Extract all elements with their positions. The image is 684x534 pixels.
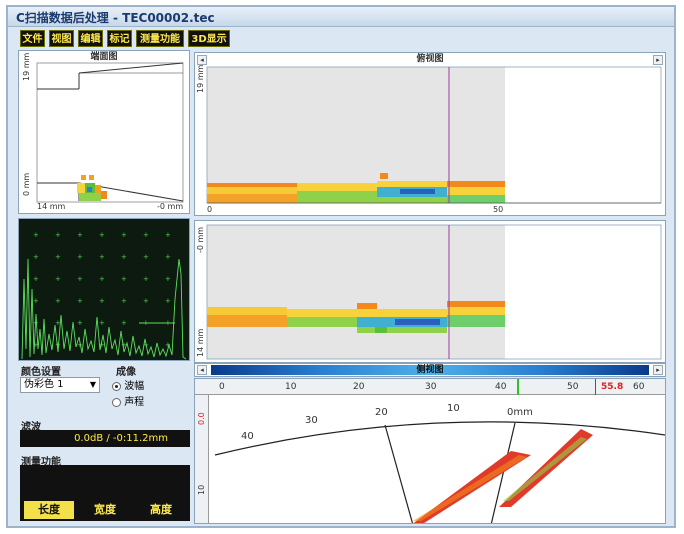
ruler-tick: 40 (495, 382, 507, 392)
svg-text:+: + (55, 275, 61, 283)
sector-panel: 0 10 20 30 40 50 55.8 60 0.0 10 40 30 20… (194, 378, 666, 524)
ruler-tick: 20 (353, 382, 365, 392)
end-view-x-right: -0 mm (157, 202, 184, 211)
ruler-tick: 30 (425, 382, 437, 392)
left-ruler-mid: 10 (197, 484, 206, 495)
svg-text:+: + (99, 253, 105, 261)
ruler-green-marker[interactable] (517, 379, 519, 395)
end-view-x-left: 14 mm (37, 202, 66, 211)
arc-label: 10 (447, 403, 460, 414)
ruler-tick: 10 (285, 382, 297, 392)
end-view-y-bottom: 0 mm (22, 172, 31, 196)
ruler-tick: 60 (633, 382, 645, 392)
imaging-option-path[interactable]: 声程 (112, 393, 144, 408)
menu-view[interactable]: 视图 (49, 30, 74, 47)
svg-text:+: + (165, 253, 171, 261)
ascan-panel: + + + + + + + + + + + + + + + + + + + + + + + + + + + + + + + + + + + … (18, 218, 190, 361)
arc-label: 20 (375, 407, 388, 418)
width-button[interactable]: 宽度 (80, 501, 130, 519)
arc-label: 30 (305, 415, 318, 426)
svg-text:+: + (77, 319, 83, 327)
imaging-label: 成像 (116, 367, 136, 378)
front-view-x-0: 0 (207, 205, 213, 214)
ascan-waveform: + + + + + + + + + + + + + + + + + + + + + + + + + + + + + + + + + + + … (21, 231, 187, 360)
svg-text:+: + (99, 297, 105, 305)
ruler-tick: 0 (219, 382, 225, 392)
svg-text:+: + (33, 275, 39, 283)
side-scroll-right-button[interactable]: ▸ (653, 365, 663, 375)
svg-text:+: + (121, 297, 127, 305)
svg-text:+: + (121, 319, 127, 327)
svg-text:+: + (143, 253, 149, 261)
mid-view-y-bottom: 14 mm (196, 328, 205, 357)
svg-text:+: + (55, 297, 61, 305)
measure-panel: 长度 宽度 高度 (20, 465, 190, 521)
front-view-y-label: 19 mm (196, 64, 205, 93)
svg-text:+: + (33, 231, 39, 239)
svg-text:+: + (121, 253, 127, 261)
sector-ruler: 0 10 20 30 40 50 55.8 60 (195, 379, 665, 395)
side-view-title: 侧视图 (416, 365, 444, 375)
chevron-down-icon: ▼ (89, 380, 96, 389)
end-view-panel: 端面图 19 mm 0 mm 14 mm -0 mm (18, 50, 190, 214)
sector-plot (214, 421, 665, 523)
svg-text:+: + (55, 231, 61, 239)
height-button[interactable]: 高度 (136, 501, 186, 519)
length-button[interactable]: 长度 (24, 501, 74, 519)
color-settings-label: 颜色设置 (21, 367, 61, 378)
svg-text:+: + (143, 297, 149, 305)
arc-label: 40 (241, 431, 254, 442)
svg-text:+: + (165, 297, 171, 305)
menu-edit[interactable]: 编辑 (78, 30, 103, 47)
ruler-red-marker[interactable] (595, 379, 596, 395)
mid-view-plot (206, 224, 662, 360)
arc-label: 0mm (507, 407, 533, 418)
svg-text:+: + (121, 275, 127, 283)
radio-icon (112, 397, 121, 407)
front-view-x-50: 50 (493, 205, 504, 214)
color-scheme-select[interactable]: 伪彩色 1 ▼ (20, 377, 100, 393)
menu-measure[interactable]: 测量功能 (136, 30, 184, 47)
front-view-panel: ◂ ▸ 俯视图 19 mm 0 50 (194, 52, 666, 216)
left-ruler-top: 0.0 (197, 412, 206, 425)
svg-text:+: + (77, 297, 83, 305)
ruler-marker-value: 55.8 (601, 382, 624, 392)
window-title: C扫描数据后处理 - TEC00002.tec (16, 11, 215, 25)
imaging-option-label: 声程 (124, 397, 145, 408)
imaging-option-label: 波幅 (124, 381, 145, 392)
svg-text:+: + (77, 253, 83, 261)
menu-3d[interactable]: 3D显示 (188, 30, 230, 47)
menu-mark[interactable]: 标记 (107, 30, 132, 47)
svg-text:+: + (165, 275, 171, 283)
mid-view-y-top: -0 mm (196, 226, 205, 253)
svg-text:+: + (99, 231, 105, 239)
svg-text:+: + (99, 275, 105, 283)
front-view-plot (206, 66, 662, 204)
side-view-header: ◂ 侧视图 ▸ (194, 363, 666, 377)
sector-left-ruler: 0.0 10 (195, 395, 209, 523)
svg-text:+: + (165, 231, 171, 239)
imaging-option-amplitude[interactable]: 波幅 (112, 377, 144, 392)
svg-text:+: + (143, 231, 149, 239)
end-view-plot (36, 62, 184, 203)
radio-selected-icon (112, 381, 121, 391)
application-window: C扫描数据后处理 - TEC00002.tec 文件 视图 编辑 标记 测量功能… (6, 5, 676, 528)
title-bar: C扫描数据后处理 - TEC00002.tec (8, 7, 674, 27)
svg-text:+: + (99, 319, 105, 327)
svg-text:+: + (55, 253, 61, 261)
svg-text:+: + (33, 297, 39, 305)
end-view-y-top: 19 mm (22, 52, 31, 81)
menu-file[interactable]: 文件 (20, 30, 45, 47)
svg-text:+: + (121, 231, 127, 239)
svg-text:+: + (143, 275, 149, 283)
svg-text:+: + (77, 275, 83, 283)
color-scheme-value: 伪彩色 1 (24, 379, 64, 390)
svg-text:+: + (33, 253, 39, 261)
mid-view-panel: -0 mm 14 mm (194, 220, 666, 363)
gate-value: 0.0dB / -0:11.2mm (20, 430, 190, 447)
svg-text:+: + (77, 231, 83, 239)
ruler-tick: 50 (567, 382, 579, 392)
